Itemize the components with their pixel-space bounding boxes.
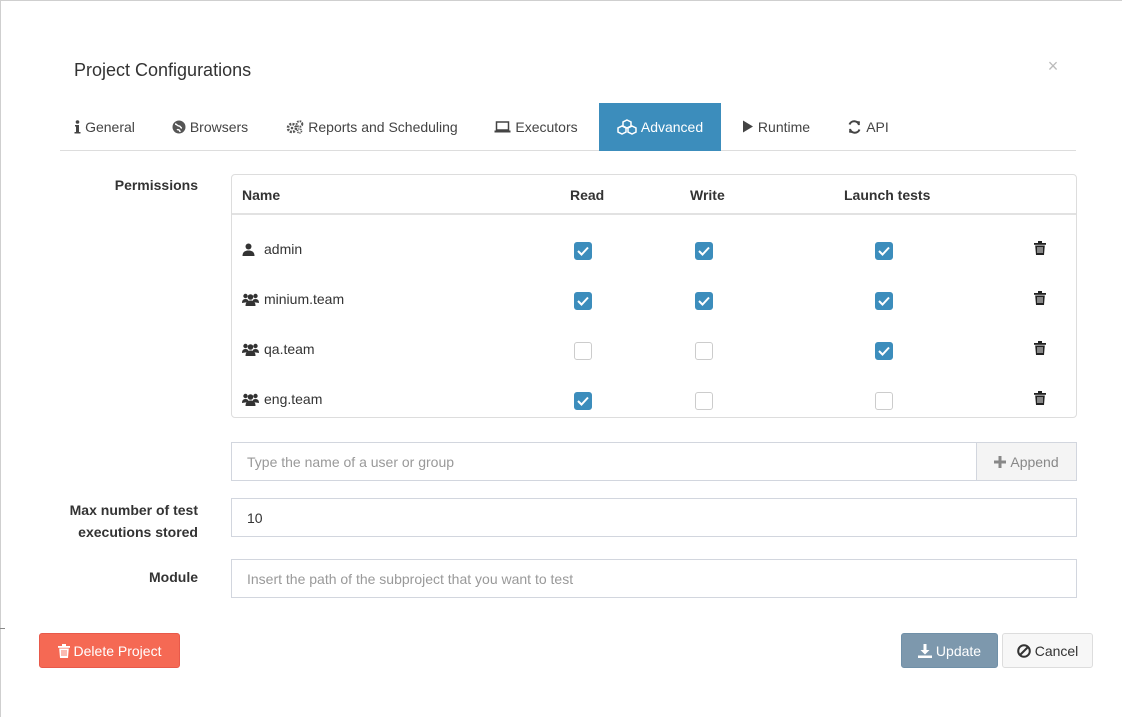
tab-api-label: API xyxy=(866,118,889,135)
group-icon xyxy=(242,393,264,406)
ban-icon xyxy=(1016,643,1031,658)
trash-icon[interactable] xyxy=(1034,291,1046,308)
delete-project-button[interactable]: Delete Project xyxy=(39,633,180,668)
read-checkbox[interactable] xyxy=(574,342,592,360)
trash-icon[interactable] xyxy=(1034,241,1046,258)
user-icon xyxy=(242,243,264,256)
trash-icon[interactable] xyxy=(1034,341,1046,358)
write-checkbox[interactable] xyxy=(695,242,713,260)
launch-tests-checkbox[interactable] xyxy=(875,242,893,260)
tab-executors[interactable]: Executors xyxy=(485,103,587,150)
edge-marker xyxy=(0,628,5,629)
row-name-label: admin xyxy=(264,241,303,257)
max-executions-label-line2: executions stored xyxy=(78,524,198,540)
table-row: minium.team xyxy=(232,279,1076,329)
tab-reports-label: Reports and Scheduling xyxy=(308,118,458,135)
launch-tests-checkbox[interactable] xyxy=(875,342,893,360)
tab-bar: General Browsers Reports and Scheduling … xyxy=(60,103,1076,151)
table-row: admin xyxy=(232,229,1076,279)
permissions-label: Permissions xyxy=(114,177,198,193)
tab-api[interactable]: API xyxy=(840,103,896,150)
max-executions-label: Max number of test executions stored xyxy=(40,499,198,543)
play-icon xyxy=(742,120,754,133)
table-row: eng.team xyxy=(232,379,1076,429)
tab-general-label: General xyxy=(85,118,135,135)
cancel-label: Cancel xyxy=(1034,642,1079,659)
update-button[interactable]: Update xyxy=(901,633,998,668)
plus-icon xyxy=(994,455,1007,468)
permissions-table: Name Read Write Launch tests admin miniu… xyxy=(231,174,1077,418)
cubes-icon xyxy=(617,119,637,135)
read-checkbox[interactable] xyxy=(574,242,592,260)
group-icon xyxy=(242,343,264,356)
info-icon xyxy=(74,119,81,134)
table-header: Name Read Write Launch tests xyxy=(232,175,1076,215)
write-checkbox[interactable] xyxy=(695,342,713,360)
max-executions-input[interactable]: 10 xyxy=(231,498,1077,537)
tab-general[interactable]: General xyxy=(60,103,149,150)
laptop-icon xyxy=(494,120,511,133)
cogs-icon xyxy=(286,119,304,134)
cancel-button[interactable]: Cancel xyxy=(1002,633,1093,668)
launch-tests-checkbox[interactable] xyxy=(875,292,893,310)
row-name-label: minium.team xyxy=(264,291,345,307)
trash-icon xyxy=(57,643,70,658)
write-checkbox[interactable] xyxy=(695,392,713,410)
row-name-cell: eng.team xyxy=(242,391,322,407)
column-write-header: Write xyxy=(690,187,725,203)
row-name-label: eng.team xyxy=(264,391,323,407)
refresh-icon xyxy=(847,119,862,134)
group-icon xyxy=(242,293,264,306)
download-icon xyxy=(917,643,932,658)
append-label: Append xyxy=(1010,453,1059,470)
tab-runtime[interactable]: Runtime xyxy=(736,103,816,150)
close-icon[interactable]: × xyxy=(1046,56,1060,76)
delete-project-label: Delete Project xyxy=(73,642,162,659)
tab-advanced-label: Advanced xyxy=(640,119,704,135)
module-label: Module xyxy=(149,569,198,585)
trash-icon[interactable] xyxy=(1034,391,1046,408)
write-checkbox[interactable] xyxy=(695,292,713,310)
row-name-cell: admin xyxy=(242,241,302,257)
launch-tests-checkbox[interactable] xyxy=(875,392,893,410)
row-name-cell: qa.team xyxy=(242,341,315,357)
tab-runtime-label: Runtime xyxy=(757,118,811,135)
column-launch-tests-header: Launch tests xyxy=(844,187,931,203)
read-checkbox[interactable] xyxy=(574,292,592,310)
update-label: Update xyxy=(935,642,982,659)
tab-browsers[interactable]: Browsers xyxy=(158,103,262,150)
row-name-label: qa.team xyxy=(264,341,315,357)
modal-title: Project Configurations xyxy=(74,60,252,80)
append-button[interactable]: Append xyxy=(976,442,1077,481)
column-read-header: Read xyxy=(570,187,605,203)
table-row: qa.team xyxy=(232,329,1076,379)
module-input[interactable]: Insert the path of the subproject that y… xyxy=(231,559,1077,598)
user-group-input[interactable]: Type the name of a user or group xyxy=(231,442,977,481)
column-name-header: Name xyxy=(242,187,281,203)
tab-reports-and-scheduling[interactable]: Reports and Scheduling xyxy=(274,103,470,150)
globe-icon xyxy=(172,120,186,134)
tab-browsers-label: Browsers xyxy=(189,118,249,135)
tab-advanced[interactable]: Advanced xyxy=(599,103,721,151)
row-name-cell: minium.team xyxy=(242,291,344,307)
tab-executors-label: Executors xyxy=(515,118,578,135)
max-executions-label-line1: Max number of test xyxy=(69,502,198,518)
read-checkbox[interactable] xyxy=(574,392,592,410)
